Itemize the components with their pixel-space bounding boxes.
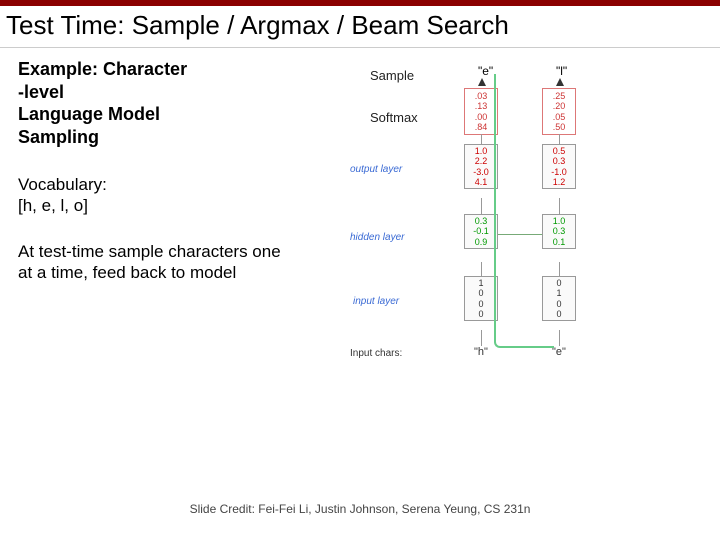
- vec-val: 0: [465, 288, 497, 298]
- vec-val: 0: [465, 309, 497, 319]
- vec-val: 1: [465, 278, 497, 288]
- sample-label: Sample: [370, 68, 414, 83]
- connector-icon: [481, 330, 482, 346]
- input-vector-1: 1 0 0 0: [464, 276, 498, 321]
- sm-val: .00: [465, 112, 497, 122]
- heading-line3: Language Model: [18, 104, 160, 124]
- sm-val: .03: [465, 91, 497, 101]
- vocab-label: Vocabulary:: [18, 175, 107, 194]
- left-column: Example: Character -level Language Model…: [18, 58, 298, 307]
- content-area: Example: Character -level Language Model…: [0, 48, 720, 311]
- vec-val: 2.2: [465, 156, 497, 166]
- arrow-up-icon: [478, 78, 486, 86]
- sampled-char-2: "l": [556, 64, 567, 78]
- vec-val: 1.0: [465, 146, 497, 156]
- vec-val: -3.0: [465, 167, 497, 177]
- input-char-1: "h": [474, 346, 488, 358]
- connector-icon: [481, 262, 482, 276]
- input-chars-label: Input chars:: [350, 348, 402, 359]
- input-layer-label: input layer: [353, 296, 399, 307]
- heading-line4: Sampling: [18, 127, 99, 147]
- heading-line2: -level: [18, 82, 64, 102]
- diagram-area: Sample Softmax "e" "l" .03 .13 .00 .84 .…: [298, 58, 708, 307]
- vec-val: 4.1: [465, 177, 497, 187]
- input-char-2: "e": [552, 346, 566, 358]
- connector-icon: [559, 134, 560, 144]
- heading-line1: Example: Character: [18, 59, 187, 79]
- sm-val: .13: [465, 101, 497, 111]
- vocab-block: Vocabulary: [h, e, l, o]: [18, 174, 298, 217]
- connector-icon: [559, 198, 560, 214]
- arrow-up-icon: [556, 78, 564, 86]
- connector-icon: [481, 134, 482, 144]
- vec-val: 0.3: [465, 216, 497, 226]
- softmax-label: Softmax: [370, 110, 418, 125]
- vec-val: 0: [465, 299, 497, 309]
- connector-icon: [559, 262, 560, 276]
- softmax-box-1: .03 .13 .00 .84: [464, 88, 498, 135]
- feedback-arrow-icon: [494, 74, 554, 348]
- output-vector-1: 1.0 2.2 -3.0 4.1: [464, 144, 498, 189]
- slide-credit: Slide Credit: Fei-Fei Li, Justin Johnson…: [0, 502, 720, 516]
- connector-icon: [481, 198, 482, 214]
- hidden-layer-label: hidden layer: [350, 232, 404, 243]
- sampled-char-1: "e": [478, 64, 493, 78]
- vocab-value: [h, e, l, o]: [18, 196, 88, 215]
- connector-icon: [559, 330, 560, 346]
- vec-val: 0.9: [465, 237, 497, 247]
- output-layer-label: output layer: [350, 164, 402, 175]
- test-time-text: At test-time sample characters one at a …: [18, 241, 298, 284]
- slide-title: Test Time: Sample / Argmax / Beam Search: [0, 6, 720, 48]
- sm-val: .84: [465, 122, 497, 132]
- vec-val: -0.1: [465, 226, 497, 236]
- hidden-vector-1: 0.3 -0.1 0.9: [464, 214, 498, 249]
- example-heading: Example: Character -level Language Model…: [18, 58, 298, 148]
